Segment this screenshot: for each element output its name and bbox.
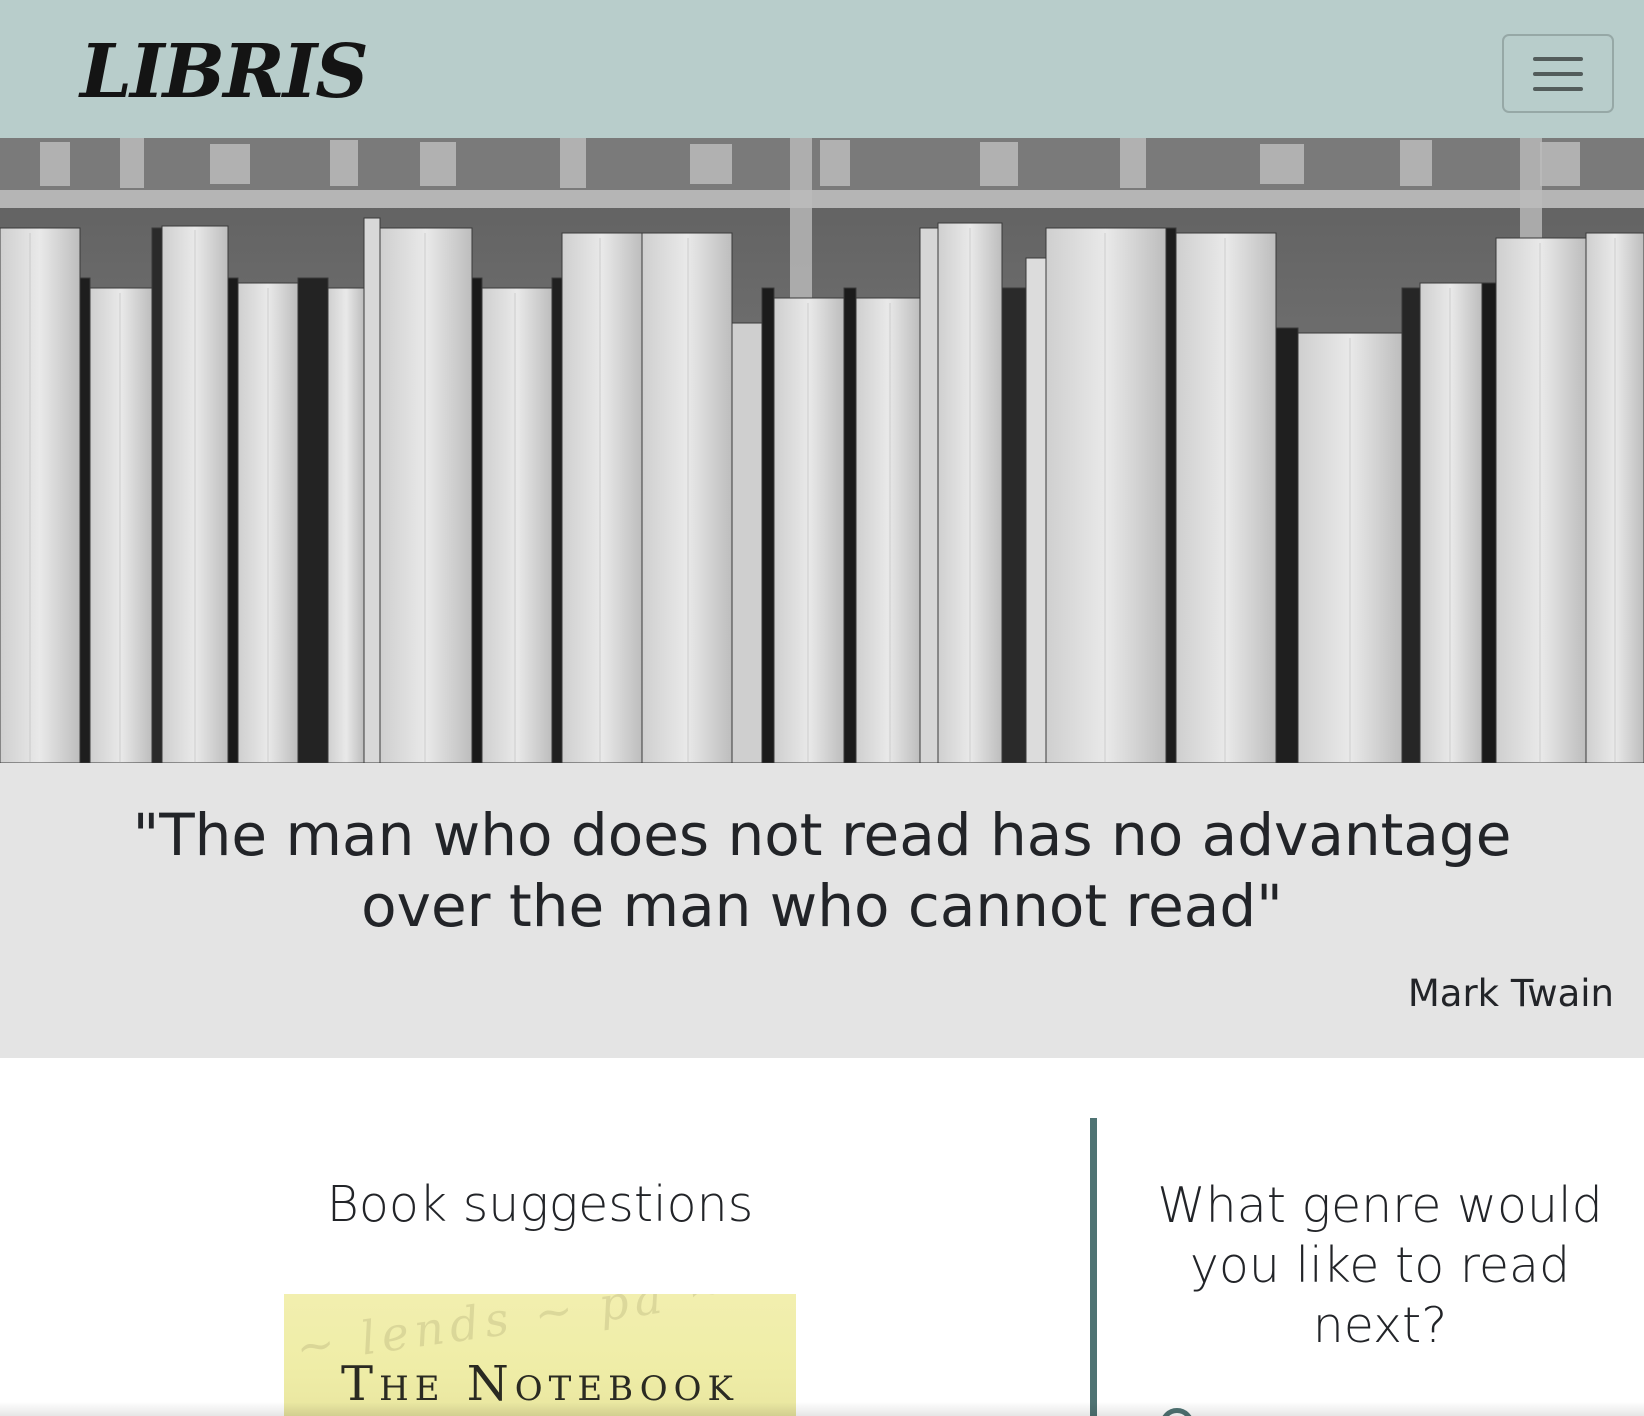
quote-text: "The man who does not read has no advant… bbox=[132, 801, 1512, 940]
bottom-fade bbox=[0, 1402, 1644, 1416]
hamburger-menu-icon-line bbox=[1533, 71, 1583, 76]
quote-author: Mark Twain bbox=[1407, 972, 1614, 1015]
navbar: LIBRIS bbox=[0, 0, 1644, 138]
column-divider bbox=[1090, 1118, 1097, 1416]
genre-question-heading: What genre would you like to read next? bbox=[1157, 1177, 1603, 1354]
bookshelf-illustration bbox=[0, 138, 1644, 763]
hamburger-menu-icon-line bbox=[1533, 86, 1583, 91]
book-cover-card[interactable]: ~ lends ~ pa ~ The Notebook bbox=[284, 1294, 796, 1416]
brand-logo[interactable]: LIBRIS bbox=[80, 24, 369, 120]
hero-image bbox=[0, 138, 1644, 763]
book-suggestions-heading: Book suggestions bbox=[326, 1176, 754, 1233]
navbar-toggle-button[interactable] bbox=[1502, 34, 1614, 113]
hamburger-menu-icon bbox=[1533, 56, 1583, 61]
